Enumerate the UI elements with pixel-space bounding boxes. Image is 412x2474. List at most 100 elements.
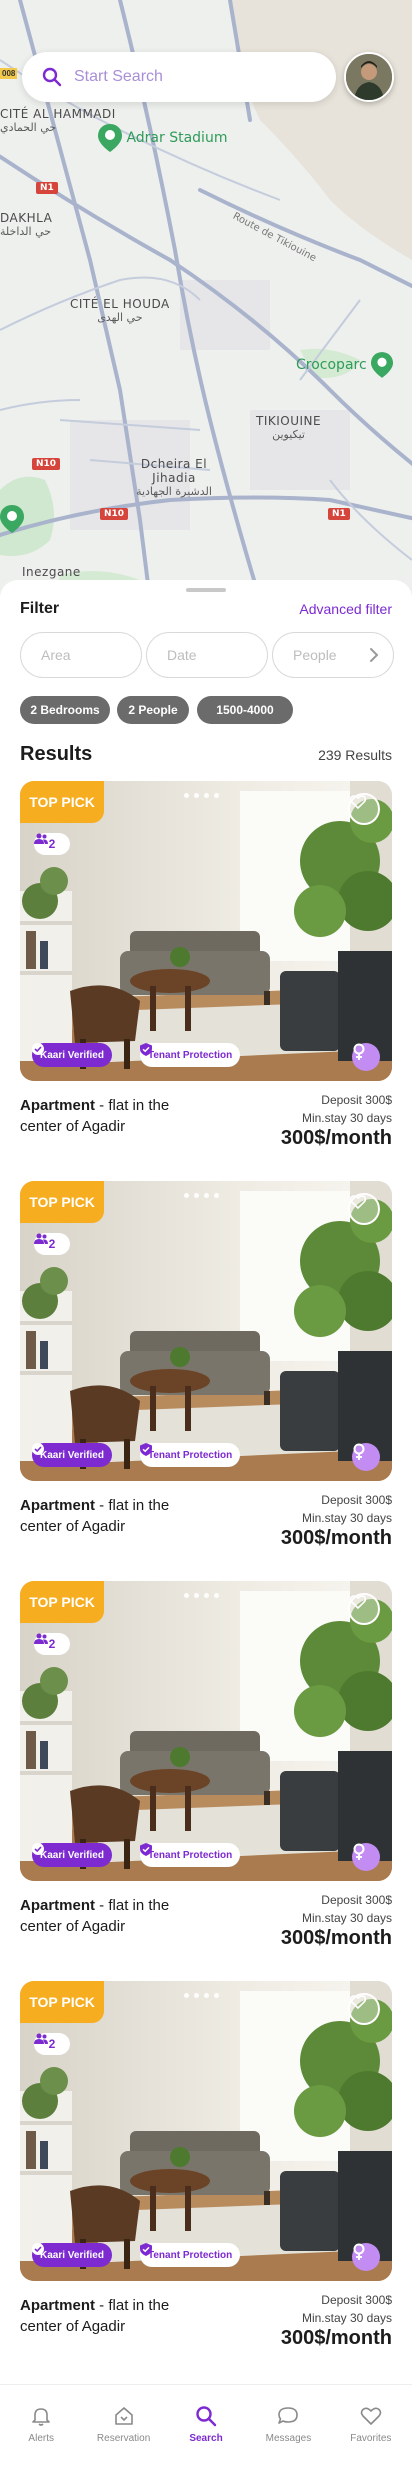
capacity-badge: 2 [34, 833, 70, 855]
photo-pagination[interactable] [184, 1593, 219, 1598]
filter-title: Filter [20, 600, 60, 617]
tenant-label: Tenant Protection [148, 1849, 233, 1861]
listing-title[interactable]: Apartment - flat in the center of Agadir [20, 1095, 210, 1137]
search-icon [196, 2406, 217, 2427]
room-photo [20, 781, 392, 1081]
people-input[interactable]: People [272, 632, 394, 678]
listing-photo[interactable]: TOP PICK 2 Kaari Verified Tenant Protect… [20, 1581, 392, 1881]
top-pick-badge: TOP PICK [20, 1581, 104, 1623]
tenant-label: Tenant Protection [148, 1049, 233, 1061]
tenant-protection-badge: Tenant Protection [140, 1443, 241, 1467]
search-bar[interactable]: Start Search [22, 52, 336, 102]
profile-photo [346, 54, 392, 100]
listing-deposit: Deposit 300$ [321, 1093, 392, 1107]
photo-pagination[interactable] [184, 793, 219, 798]
favorite-button[interactable] [348, 1993, 380, 2025]
listing-photo[interactable]: TOP PICK 2 Kaari Verified Tenant Protect… [20, 1181, 392, 1481]
road-shield: N1 [328, 508, 350, 520]
photo-pagination[interactable] [184, 1193, 219, 1198]
tab-messages[interactable]: Messages [247, 2385, 329, 2474]
room-photo [20, 1581, 392, 1881]
gender-indicator [352, 1443, 380, 1471]
check-circle-icon [32, 1843, 44, 1855]
favorite-button[interactable] [348, 1593, 380, 1625]
area-input[interactable]: Area [20, 632, 142, 678]
filter-chip[interactable]: 2 People [117, 696, 189, 724]
listing-card[interactable]: TOP PICK 2 Kaari Verified Tenant Protect… [20, 781, 392, 1161]
filter-chip[interactable]: 2 Bedrooms [20, 696, 110, 724]
tab-label: Favorites [350, 2433, 392, 2444]
chat-icon [278, 2407, 299, 2424]
filter-chip[interactable]: 1500-4000 [197, 696, 293, 724]
date-input[interactable]: Date [146, 632, 268, 678]
poi-adrar-stadium[interactable]: Adrar Stadium [98, 124, 227, 152]
pagination-dot [194, 1193, 199, 1198]
people-icon [34, 1233, 48, 1244]
advanced-filter-link[interactable]: Advanced filter [299, 601, 392, 617]
listing-photo[interactable]: TOP PICK 2 Kaari Verified Tenant Protect… [20, 1981, 392, 2281]
shield-check-icon [140, 2243, 152, 2256]
pagination-dot [194, 1993, 199, 1998]
tab-label: Alerts [28, 2433, 54, 2444]
road-shield: N10 [32, 458, 61, 470]
listing-type: Apartment [20, 1897, 96, 1914]
favorite-button[interactable] [348, 793, 380, 825]
verified-label: Kaari Verified [40, 1849, 104, 1861]
room-photo [20, 1981, 392, 2281]
verified-label: Kaari Verified [40, 1049, 104, 1061]
verified-label: Kaari Verified [40, 1449, 104, 1461]
pagination-dot [204, 793, 209, 798]
listing-type: Apartment [20, 1497, 96, 1514]
road-shield: N10 [100, 508, 129, 520]
tab-search[interactable]: Search [165, 2385, 247, 2474]
pagination-dot [194, 1593, 199, 1598]
tab-reservation[interactable]: Reservation [82, 2385, 164, 2474]
gender-indicator [352, 1043, 380, 1071]
sheet-handle[interactable] [186, 588, 226, 592]
tab-label: Reservation [96, 2433, 151, 2444]
pagination-dot [184, 793, 189, 798]
listing-photo[interactable]: TOP PICK 2 Kaari Verified Tenant Protect… [20, 781, 392, 1081]
favorite-button[interactable] [348, 1193, 380, 1225]
poi-crocoparc[interactable]: Crocoparc [296, 352, 394, 378]
listing-title[interactable]: Apartment - flat in the center of Agadir [20, 1495, 210, 1537]
map-label-houda: CITÉ EL HOUDA حي الهدى [70, 297, 170, 324]
tenant-protection-badge: Tenant Protection [140, 1043, 241, 1067]
listing-price: 300$/month [280, 1927, 392, 1949]
listing-type: Apartment [20, 2297, 96, 2314]
people-icon [34, 1633, 48, 1644]
verified-badge: Kaari Verified [32, 1443, 112, 1467]
heart-icon [360, 2407, 382, 2425]
date-placeholder: Date [167, 647, 197, 663]
tenant-protection-badge: Tenant Protection [140, 2243, 241, 2267]
listing-price: 300$/month [280, 2327, 392, 2349]
tab-favorites[interactable]: Favorites [330, 2385, 412, 2474]
pagination-dot [184, 1593, 189, 1598]
map-view[interactable]: 008 CITÉ AL HAMMADI حي الحمادي DAKHLA حي… [0, 0, 412, 600]
avatar[interactable] [344, 52, 394, 102]
capacity-count: 2 [48, 1237, 56, 1251]
listing-title[interactable]: Apartment - flat in the center of Agadir [20, 2295, 210, 2337]
female-icon [353, 1443, 365, 1460]
heart-icon [350, 795, 366, 809]
shield-check-icon [140, 1843, 152, 1856]
road-shield: N1 [36, 182, 58, 194]
tab-alerts[interactable]: Alerts [0, 2385, 82, 2474]
listing-card[interactable]: TOP PICK 2 Kaari Verified Tenant Protect… [20, 1981, 392, 2361]
verified-badge: Kaari Verified [32, 2243, 112, 2267]
listing-card[interactable]: TOP PICK 2 Kaari Verified Tenant Protect… [20, 1181, 392, 1561]
listing-price: 300$/month [280, 1127, 392, 1149]
heart-icon [350, 1195, 366, 1209]
capacity-count: 2 [48, 837, 56, 851]
pagination-dot [204, 1993, 209, 1998]
tab-label: Search [189, 2433, 223, 2444]
capacity-badge: 2 [34, 1633, 70, 1655]
listing-price: 300$/month [280, 1527, 392, 1549]
listing-card[interactable]: TOP PICK 2 Kaari Verified Tenant Protect… [20, 1581, 392, 1961]
listing-title[interactable]: Apartment - flat in the center of Agadir [20, 1895, 210, 1937]
photo-pagination[interactable] [184, 1993, 219, 1998]
map-pin-icon [98, 124, 122, 152]
chevron-right-icon [370, 648, 379, 662]
shield-check-icon [140, 1043, 152, 1056]
capacity-count: 2 [48, 2037, 56, 2051]
